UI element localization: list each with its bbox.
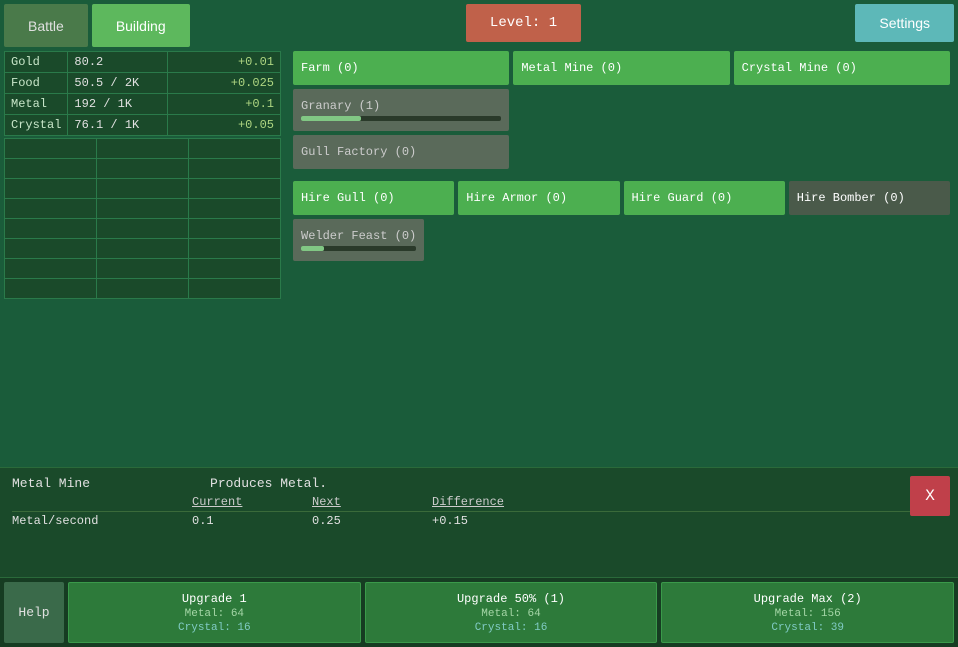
building-button[interactable]: Farm (0) [293, 51, 509, 85]
tab-building[interactable]: Building [92, 4, 190, 47]
settings-button[interactable]: Settings [855, 4, 954, 42]
close-info-button[interactable]: X [910, 476, 950, 516]
building-row-1: Farm (0) Metal Mine (0) Crystal Mine (0) [293, 51, 950, 85]
resource-table: Gold 80.2 +0.01 Food 50.5 / 2K +0.025 Me… [4, 51, 281, 136]
building-empty [734, 135, 950, 169]
upgrade-max-metal: Metal: 156 [775, 608, 841, 620]
resource-row: Gold 80.2 +0.01 [5, 52, 281, 73]
upgrade-50-crystal: Crystal: 16 [475, 622, 548, 634]
resource-rate: +0.1 [168, 94, 281, 115]
stats-col1 [12, 495, 192, 509]
resource-name: Crystal [5, 115, 68, 136]
upgrade-50-button[interactable]: Upgrade 50% (1) Metal: 64 Crystal: 16 [365, 582, 658, 643]
tab-battle[interactable]: Battle [4, 4, 88, 47]
stats-data-row: Metal/second 0.1 0.25 +0.15 [12, 514, 946, 528]
building-button[interactable]: Metal Mine (0) [513, 51, 729, 85]
resource-value: 76.1 / 1K [68, 115, 168, 136]
stats-label: Metal/second [12, 514, 192, 528]
hire-row: Hire Gull (0)Hire Armor (0)Hire Guard (0… [293, 181, 950, 215]
special-building-button[interactable]: Welder Feast (0) [293, 219, 424, 261]
upgrade-1-crystal: Crystal: 16 [178, 622, 251, 634]
info-title-row: Metal Mine Produces Metal. [12, 476, 946, 491]
building-row-2: Granary (1) [293, 89, 950, 131]
resource-rate: +0.05 [168, 115, 281, 136]
resource-row: Crystal 76.1 / 1K +0.05 [5, 115, 281, 136]
building-button[interactable]: Gull Factory (0) [293, 135, 509, 169]
upgrade-max-button[interactable]: Upgrade Max (2) Metal: 156 Crystal: 39 [661, 582, 954, 643]
level-badge: Level: 1 [466, 4, 581, 42]
info-description: Produces Metal. [210, 476, 327, 491]
stats-col2-header: Current [192, 495, 312, 509]
building-button[interactable]: Crystal Mine (0) [734, 51, 950, 85]
right-panel: Farm (0) Metal Mine (0) Crystal Mine (0)… [285, 47, 958, 467]
building-button[interactable]: Granary (1) [293, 89, 509, 131]
header: Battle Building Level: 1 Settings [0, 0, 958, 47]
stats-next: 0.25 [312, 514, 432, 528]
info-stats: Current Next Difference Metal/second 0.1… [12, 495, 946, 528]
building-empty [513, 135, 729, 169]
help-button[interactable]: Help [4, 582, 64, 643]
stats-current: 0.1 [192, 514, 312, 528]
hire-button[interactable]: Hire Armor (0) [458, 181, 619, 215]
resource-name: Gold [5, 52, 68, 73]
info-building-name: Metal Mine [12, 476, 90, 491]
resource-name: Food [5, 73, 68, 94]
resource-value: 50.5 / 2K [68, 73, 168, 94]
resource-row: Food 50.5 / 2K +0.025 [5, 73, 281, 94]
resource-rate: +0.01 [168, 52, 281, 73]
empty-rows-table [4, 138, 281, 299]
hire-button[interactable]: Hire Gull (0) [293, 181, 454, 215]
upgrade-bar: Help Upgrade 1 Metal: 64 Crystal: 16 Upg… [0, 577, 958, 647]
stats-col3-header: Next [312, 495, 432, 509]
upgrade-50-label: Upgrade 50% (1) [457, 592, 565, 606]
main-layout: Gold 80.2 +0.01 Food 50.5 / 2K +0.025 Me… [0, 47, 958, 467]
info-panel: Metal Mine Produces Metal. Current Next … [0, 467, 958, 577]
resource-rate: +0.025 [168, 73, 281, 94]
upgrade-1-label: Upgrade 1 [182, 592, 247, 606]
resource-value: 192 / 1K [68, 94, 168, 115]
left-panel: Gold 80.2 +0.01 Food 50.5 / 2K +0.025 Me… [0, 47, 285, 467]
resource-name: Metal [5, 94, 68, 115]
building-empty [734, 89, 950, 131]
stats-header-row: Current Next Difference [12, 495, 946, 512]
resource-value: 80.2 [68, 52, 168, 73]
upgrade-50-metal: Metal: 64 [481, 608, 540, 620]
building-empty [513, 89, 729, 131]
upgrade-1-button[interactable]: Upgrade 1 Metal: 64 Crystal: 16 [68, 582, 361, 643]
upgrade-1-metal: Metal: 64 [185, 608, 244, 620]
upgrade-max-label: Upgrade Max (2) [754, 592, 862, 606]
stats-col4-header: Difference [432, 495, 572, 509]
special-row: Welder Feast (0) [293, 219, 950, 261]
stats-difference: +0.15 [432, 514, 572, 528]
resource-row: Metal 192 / 1K +0.1 [5, 94, 281, 115]
hire-button[interactable]: Hire Bomber (0) [789, 181, 950, 215]
hire-button[interactable]: Hire Guard (0) [624, 181, 785, 215]
building-row-3: Gull Factory (0) [293, 135, 950, 169]
upgrade-max-crystal: Crystal: 39 [771, 622, 844, 634]
